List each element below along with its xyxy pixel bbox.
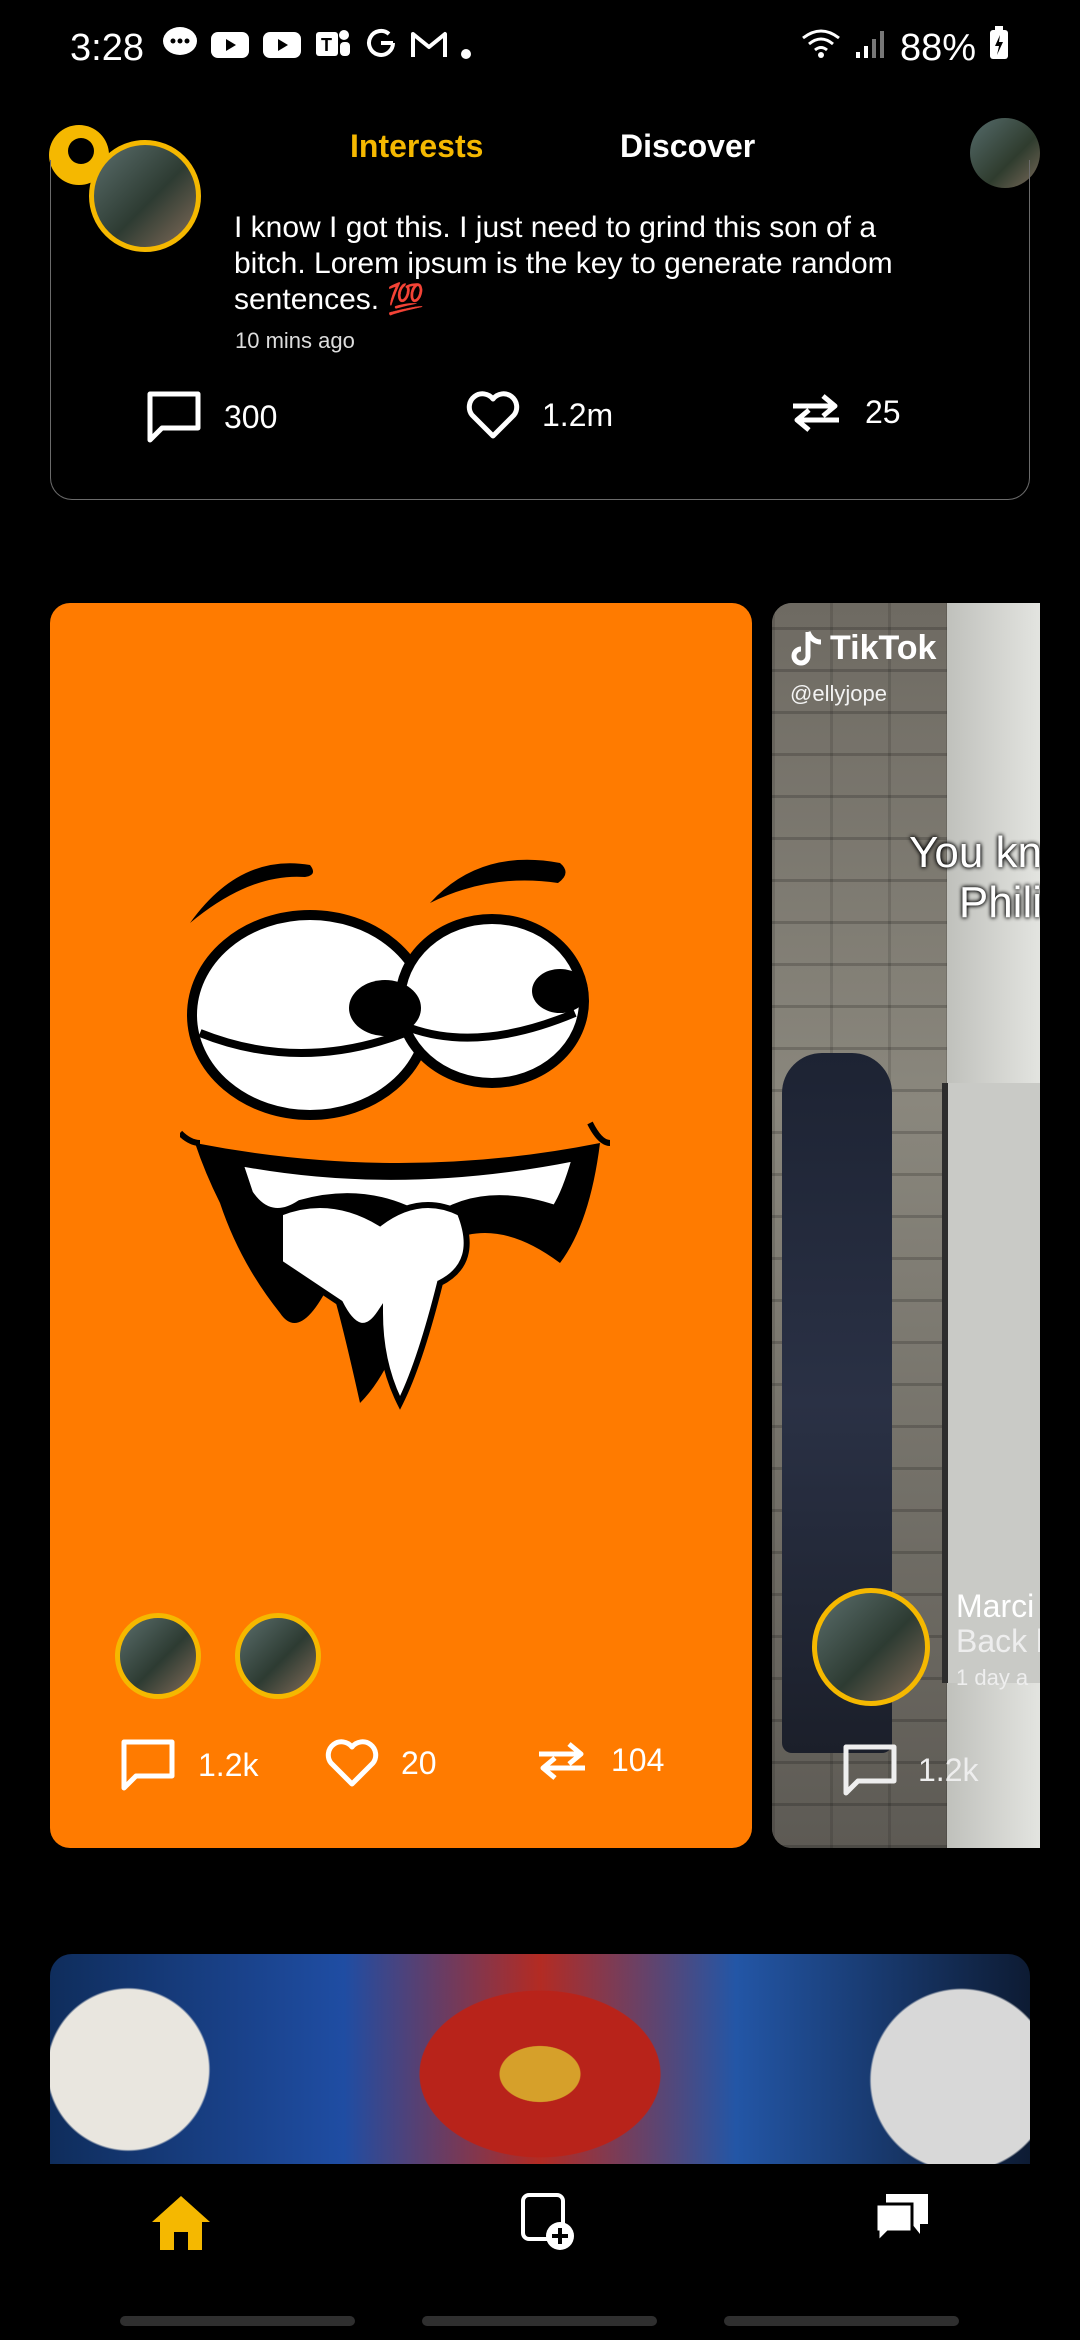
- notification-icons: T: [162, 26, 472, 70]
- repost-button[interactable]: 25: [789, 390, 901, 434]
- like-button[interactable]: 1.2m: [466, 390, 613, 440]
- post-card[interactable]: I know I got this. I just need to grind …: [50, 140, 1030, 500]
- gesture-handle: [724, 2316, 959, 2326]
- tiktok-label: TikTok: [830, 629, 937, 667]
- status-bar: 3:28 T 88%: [0, 0, 1080, 96]
- comment-icon: [147, 391, 201, 443]
- post-subtitle: Back b: [956, 1623, 1040, 1659]
- create-post-icon[interactable]: [520, 2192, 576, 2257]
- battery-percentage: 88%: [899, 26, 976, 69]
- tiktok-handle: @ellyjope: [790, 681, 887, 706]
- featured-post-actions: 1.2k 20 104: [50, 1738, 752, 1808]
- youtube-icon: [210, 27, 250, 70]
- status-time: 3:28: [70, 26, 144, 69]
- comment-button[interactable]: 1.2k: [842, 1743, 978, 1797]
- post-author-avatar[interactable]: [89, 140, 201, 252]
- comic-image-post-card[interactable]: [50, 1954, 1030, 2164]
- repost-count: 104: [611, 1741, 665, 1778]
- repost-button[interactable]: 104: [535, 1738, 664, 1782]
- repost-count: 25: [865, 393, 901, 430]
- caption-line: Phili: [958, 878, 1040, 927]
- tiktok-logo: TikTok: [790, 629, 936, 668]
- post-actions: 300 1.2m 25: [51, 390, 1029, 460]
- caption-line: You kn: [909, 828, 1040, 877]
- comment-button[interactable]: 1.2k: [120, 1738, 258, 1792]
- author-name: Marci: [956, 1588, 1035, 1624]
- signal-icon: [854, 27, 888, 70]
- tiktok-icon: [791, 630, 822, 665]
- like-count: 1.2m: [542, 396, 614, 433]
- participant-avatar[interactable]: [115, 1613, 201, 1699]
- tiktok-post-card[interactable]: TikTok @ellyjope You kn Phili Marci Back…: [772, 603, 1040, 1848]
- gesture-handle: [120, 2316, 355, 2326]
- heart-icon: [325, 1739, 379, 1787]
- participant-avatar[interactable]: [235, 1613, 321, 1699]
- dot-icon: [460, 27, 472, 70]
- teams-icon: T: [314, 26, 352, 70]
- chat-icon: [162, 26, 198, 70]
- comic-hero-image: [410, 1984, 670, 2164]
- repost-icon: [793, 394, 839, 432]
- heart-icon: [466, 391, 520, 439]
- gesture-handle: [422, 2316, 657, 2326]
- post-timestamp: 1 day a: [956, 1665, 1029, 1690]
- svg-text:T: T: [321, 35, 332, 55]
- messages-icon[interactable]: [872, 2192, 932, 2253]
- post-timestamp: 10 mins ago: [235, 328, 355, 353]
- bottom-nav: [0, 2164, 1080, 2340]
- cartoon-face-image: [180, 859, 611, 1410]
- wifi-icon: [800, 26, 842, 70]
- comment-count: 300: [224, 398, 278, 435]
- post-text: I know I got this. I just need to grind …: [234, 211, 893, 316]
- repost-icon: [539, 1742, 585, 1780]
- comment-icon: [843, 1744, 897, 1796]
- video-caption: You kn Phili: [909, 828, 1040, 928]
- home-icon[interactable]: [148, 2192, 214, 2259]
- post-author-avatar[interactable]: [812, 1588, 930, 1706]
- comment-count: 1.2k: [918, 1751, 979, 1788]
- comment-icon: [121, 1739, 175, 1791]
- like-count: 20: [401, 1744, 437, 1781]
- comment-count: 1.2k: [198, 1746, 259, 1783]
- comment-button[interactable]: 300: [146, 390, 277, 444]
- like-button[interactable]: 20: [325, 1738, 437, 1788]
- battery-icon: [988, 25, 1010, 71]
- featured-post-card[interactable]: 1.2k 20 104: [50, 603, 752, 1848]
- google-icon: [364, 26, 398, 70]
- youtube-icon: [262, 27, 302, 70]
- gmail-icon: [410, 27, 448, 70]
